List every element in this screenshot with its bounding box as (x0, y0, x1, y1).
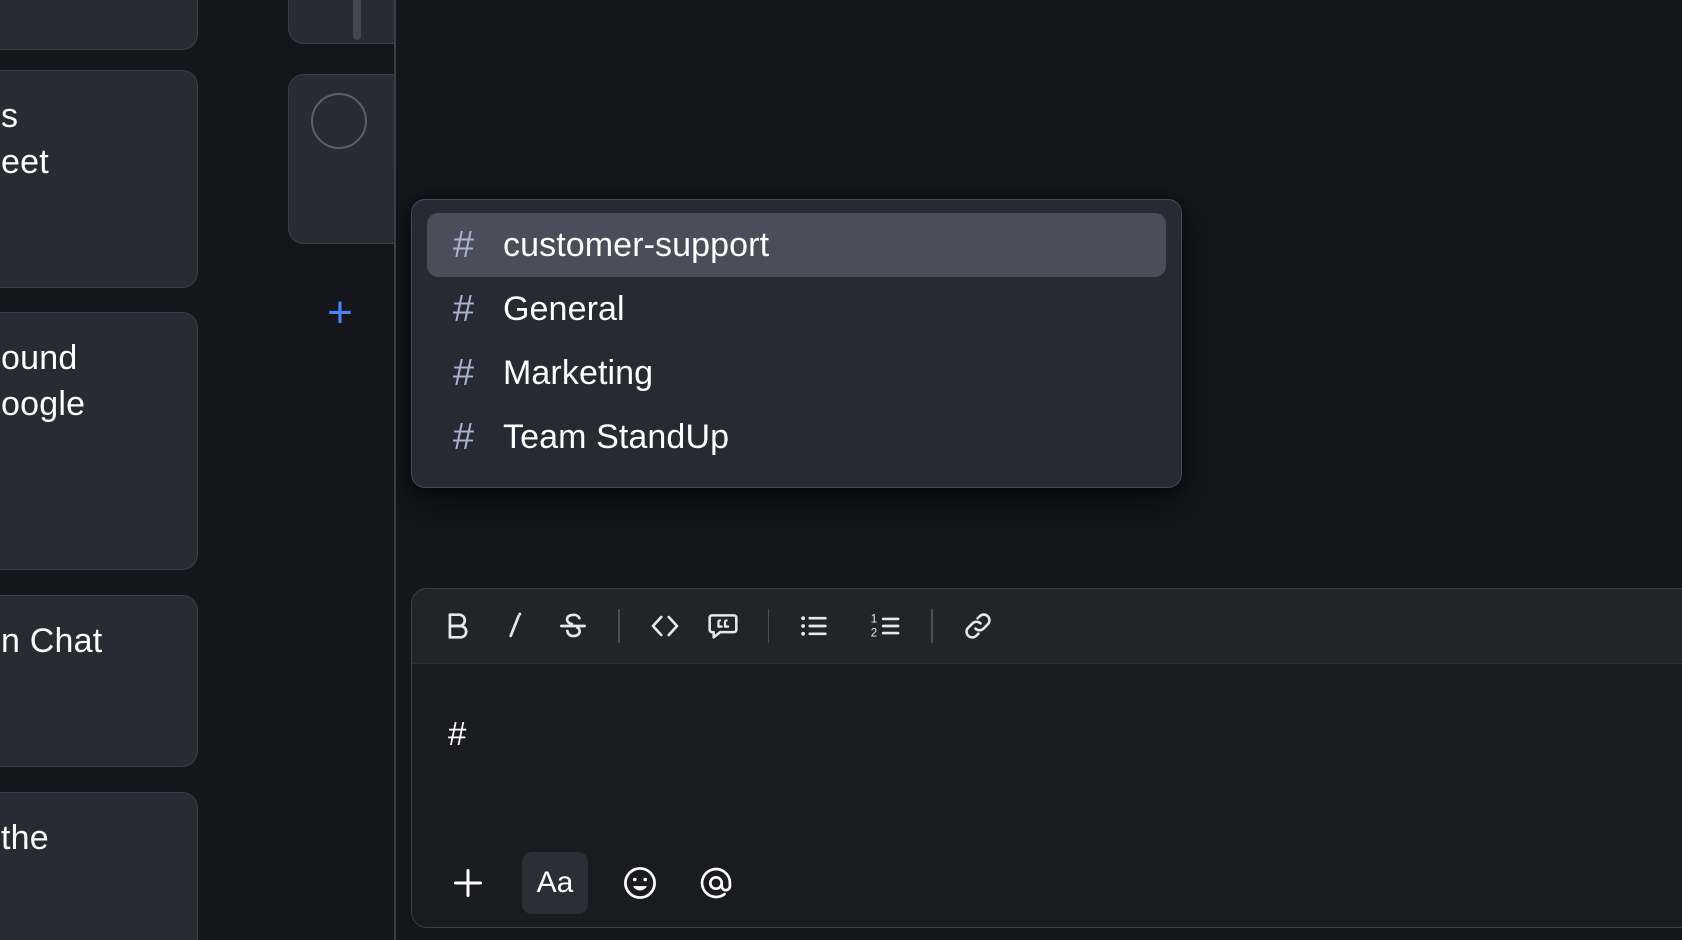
svg-text:2: 2 (871, 626, 877, 639)
emoji-button[interactable] (612, 855, 668, 911)
link-icon (961, 609, 995, 643)
mention-option-team-standup[interactable]: # Team StandUp (427, 405, 1166, 469)
blockquote-button[interactable] (694, 597, 752, 655)
message-input-area[interactable]: # (412, 664, 1682, 839)
strikethrough-button[interactable] (544, 597, 602, 655)
list-item[interactable]: s eet (0, 70, 198, 288)
list-item[interactable]: the (0, 792, 198, 940)
code-button[interactable] (636, 597, 694, 655)
secondary-rail: + (198, 0, 394, 940)
formatting-toolbar: 1 2 (412, 589, 1682, 664)
rail-card-top[interactable] (288, 0, 394, 44)
list-item-title-line3: n Chat (1, 622, 103, 660)
hash-icon: # (453, 288, 475, 330)
chat-main-pane: # customer-support # General # Marketing… (396, 0, 1682, 940)
hash-icon: # (453, 416, 475, 458)
list-item-title-line2: ound oogle (1, 339, 86, 423)
rail-scrollbar[interactable] (353, 0, 361, 40)
code-icon (647, 608, 683, 644)
bulleted-list-button[interactable] (785, 597, 843, 655)
rail-card-avatar[interactable] (288, 74, 394, 244)
mention-icon (697, 864, 735, 902)
hash-icon: # (453, 352, 475, 394)
mention-option-label: Team StandUp (503, 417, 730, 456)
strikethrough-icon (556, 609, 590, 643)
attach-button[interactable] (440, 855, 496, 911)
mention-option-label: customer-support (503, 225, 770, 264)
list-item-title-line1: s eet (1, 97, 49, 181)
toolbar-divider (767, 609, 769, 643)
chat-list-sidebar: s eet ound oogle n Chat the (0, 0, 198, 940)
list-item[interactable] (0, 0, 198, 50)
channel-mention-dropdown: # customer-support # General # Marketing… (411, 199, 1182, 488)
bulleted-list-icon (797, 609, 831, 643)
toolbar-divider (618, 609, 620, 643)
add-button[interactable]: + (320, 291, 360, 335)
numbered-list-icon: 1 2 (869, 609, 903, 643)
composer-actions: Aa (412, 839, 1682, 927)
bold-button[interactable] (428, 597, 486, 655)
mention-option-label: General (503, 289, 625, 328)
app-root: s eet ound oogle n Chat the + # customer… (0, 0, 1682, 940)
list-item-title-line4: the (1, 819, 49, 857)
link-button[interactable] (949, 597, 1007, 655)
mention-option-marketing[interactable]: # Marketing (427, 341, 1166, 405)
mention-option-label: Marketing (503, 353, 654, 392)
mention-option-general[interactable]: # General (427, 277, 1166, 341)
plus-icon (448, 863, 488, 903)
list-item[interactable]: n Chat (0, 595, 198, 767)
blockquote-icon (706, 609, 740, 643)
message-input[interactable]: # (448, 716, 1682, 752)
mention-button[interactable] (688, 855, 744, 911)
numbered-list-button[interactable]: 1 2 (857, 597, 915, 655)
italic-button[interactable] (486, 597, 544, 655)
text-format-button[interactable]: Aa (522, 852, 588, 914)
emoji-icon (621, 864, 659, 902)
bold-icon (440, 609, 474, 643)
list-item[interactable]: ound oogle (0, 312, 198, 570)
italic-icon (498, 609, 532, 643)
mention-option-customer-support[interactable]: # customer-support (427, 213, 1166, 277)
message-composer: 1 2 # Aa (411, 588, 1682, 928)
toolbar-divider (931, 609, 933, 643)
svg-text:1: 1 (871, 612, 877, 625)
hash-icon: # (453, 224, 475, 266)
text-format-icon: Aa (536, 866, 574, 899)
avatar (311, 93, 367, 149)
